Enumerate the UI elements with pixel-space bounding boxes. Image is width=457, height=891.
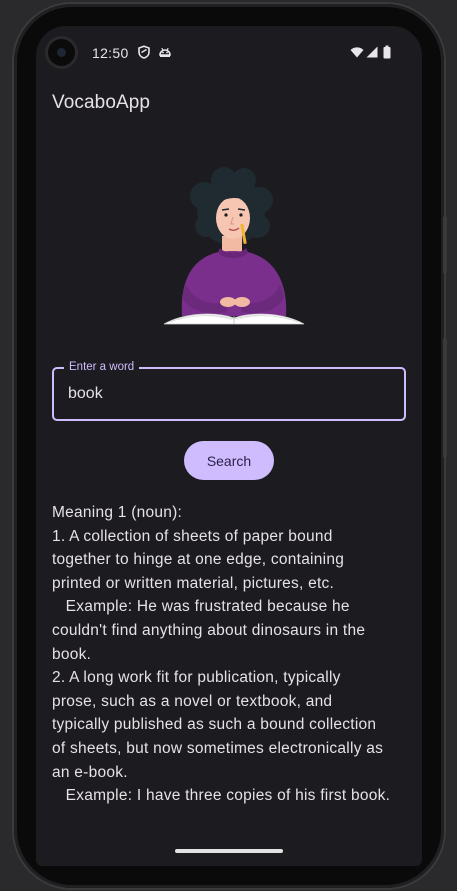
signal-icon bbox=[365, 45, 379, 59]
status-bar: 12:50 bbox=[36, 26, 422, 78]
person-reading-book-illustration bbox=[156, 166, 306, 326]
power-button bbox=[443, 216, 447, 274]
app-title: VocaboApp bbox=[52, 92, 151, 113]
search-button[interactable]: Search bbox=[184, 441, 274, 480]
word-field[interactable]: Enter a word bbox=[52, 360, 406, 421]
battery-icon bbox=[382, 45, 392, 59]
status-time: 12:50 bbox=[92, 45, 129, 61]
shield-icon bbox=[137, 45, 151, 59]
home-indicator[interactable] bbox=[175, 849, 283, 853]
front-camera bbox=[48, 39, 75, 66]
meaning-text: Meaning 1 (noun): 1. A collection of she… bbox=[52, 504, 391, 805]
android-head-icon bbox=[158, 45, 172, 59]
app-screen: 12:50 VocaboApp Enter a word book Search… bbox=[36, 26, 422, 866]
wifi-icon bbox=[350, 45, 364, 59]
word-input[interactable] bbox=[54, 369, 404, 419]
volume-button bbox=[443, 338, 447, 458]
